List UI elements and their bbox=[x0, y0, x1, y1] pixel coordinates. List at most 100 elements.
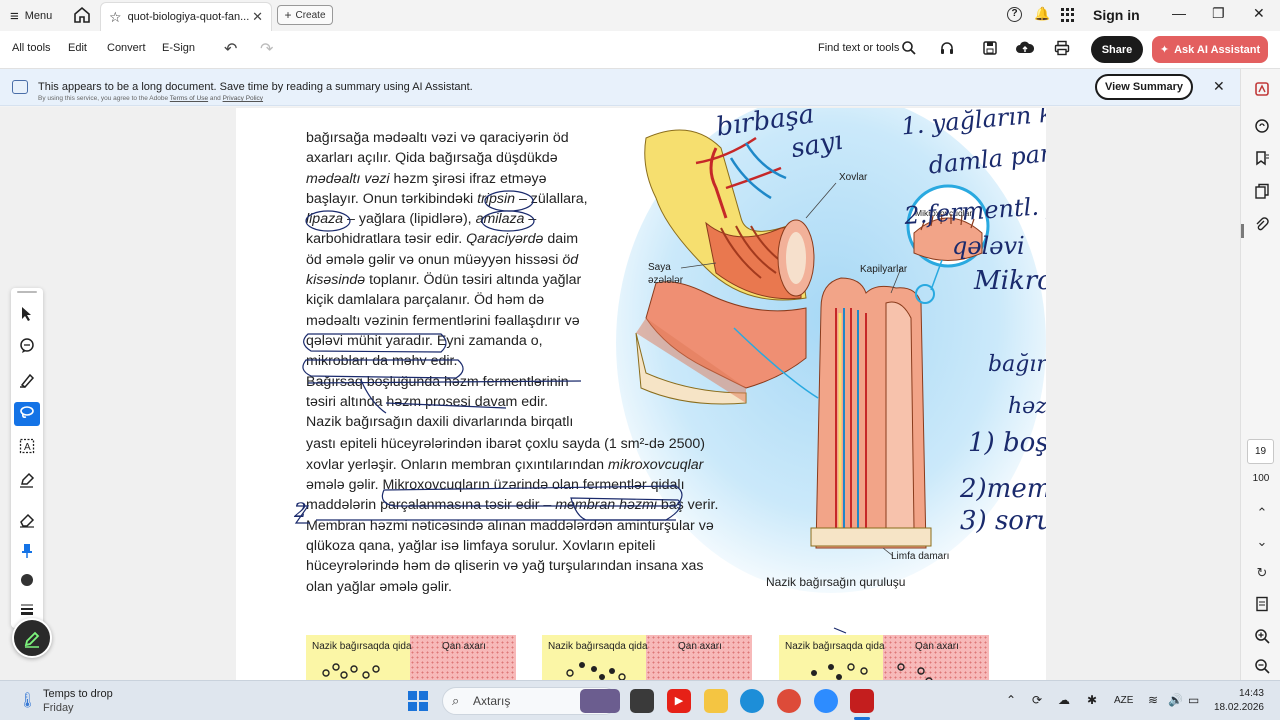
box-1-right-label: Qan axarı bbox=[442, 641, 486, 652]
undo-icon[interactable]: ↶ bbox=[224, 39, 237, 59]
view-summary-button[interactable]: View Summary bbox=[1095, 74, 1193, 100]
all-tools-menu[interactable]: All tools bbox=[12, 42, 51, 54]
weather-title[interactable]: Temps to drop bbox=[43, 688, 113, 700]
diagram-box-3: Nazik bağırsaqda qida Qan axarı bbox=[779, 635, 989, 680]
edge-browser-icon[interactable] bbox=[740, 689, 764, 713]
ai-assistant-button[interactable]: ✦ Ask AI Assistant bbox=[1152, 36, 1268, 63]
read-aloud-icon[interactable] bbox=[938, 40, 956, 58]
wifi-icon[interactable]: ≋ bbox=[1148, 693, 1158, 707]
text-box-icon[interactable]: A bbox=[18, 438, 36, 456]
ink-annotations-layer bbox=[294, 190, 847, 634]
minimize-icon[interactable]: — bbox=[1172, 5, 1186, 21]
tab-title: quot-biologiya-quot-fan... bbox=[127, 11, 250, 23]
drag-handle[interactable] bbox=[17, 291, 37, 293]
zoom-app-icon[interactable] bbox=[814, 689, 838, 713]
input-language[interactable]: AZE bbox=[1114, 695, 1133, 706]
search-icon: ⌕ bbox=[452, 693, 460, 708]
chevron-down-icon[interactable]: ⌄ bbox=[1254, 534, 1270, 550]
close-banner-icon[interactable]: ✕ bbox=[1213, 78, 1225, 95]
sign-pen-icon[interactable] bbox=[18, 472, 36, 490]
comment-icon[interactable] bbox=[18, 338, 36, 356]
convert-menu[interactable]: Convert bbox=[107, 42, 146, 54]
sync-icon[interactable]: ⟳ bbox=[1032, 693, 1042, 707]
right-panel-rail: 19 100 ⌃ ⌄ ↻ bbox=[1240, 69, 1280, 680]
zoom-out-icon[interactable] bbox=[1254, 658, 1270, 674]
clock-time[interactable]: 14:43 bbox=[1216, 688, 1264, 699]
star-icon[interactable]: ☆ bbox=[109, 9, 122, 26]
scan-document-icon[interactable] bbox=[1254, 596, 1270, 612]
plus-icon: + bbox=[284, 8, 292, 22]
youtube-icon[interactable]: ▶ bbox=[667, 689, 691, 713]
share-button[interactable]: Share bbox=[1091, 36, 1143, 63]
handwriting-list-2: 2)membran bbox=[960, 474, 1046, 504]
page-number-input[interactable]: 19 bbox=[1247, 439, 1274, 464]
pin-icon[interactable] bbox=[18, 543, 36, 561]
find-text-field[interactable]: Find text or tools bbox=[818, 42, 899, 54]
search-highlight-icon[interactable] bbox=[580, 689, 620, 713]
menu-button[interactable]: ≡ Menu bbox=[10, 6, 52, 26]
redo-icon[interactable]: ↷ bbox=[260, 39, 273, 59]
weather-subtitle[interactable]: Friday bbox=[43, 702, 74, 714]
handwriting-digest-1: bağırsaq bbox=[988, 352, 1046, 377]
box-2-left-label: Nazik bağırsaqda qida bbox=[548, 641, 648, 652]
close-window-icon[interactable]: ✕ bbox=[1253, 5, 1265, 22]
task-view-icon[interactable] bbox=[630, 689, 654, 713]
total-pages: 100 bbox=[1252, 473, 1270, 484]
volume-icon[interactable]: 🔊 bbox=[1168, 693, 1183, 707]
apps-grid-icon[interactable] bbox=[1061, 8, 1075, 22]
privacy-policy-link[interactable]: Privacy Policy bbox=[223, 95, 263, 102]
notification-bell-icon[interactable]: 🔔 bbox=[1034, 6, 1050, 22]
handwriting-margin-2: 2 bbox=[294, 498, 307, 522]
print-icon[interactable] bbox=[1053, 40, 1071, 58]
start-menu-icon[interactable] bbox=[408, 691, 428, 711]
ai-summary-banner: This appears to be a long document. Save… bbox=[0, 69, 1240, 106]
help-icon[interactable]: ? bbox=[1007, 7, 1022, 22]
eraser-icon[interactable] bbox=[18, 512, 36, 530]
create-button[interactable]: + Create bbox=[277, 5, 333, 25]
ai-assistant-panel-icon[interactable] bbox=[1254, 81, 1270, 97]
sign-in-link[interactable]: Sign in bbox=[1093, 7, 1140, 23]
chevron-up-icon[interactable]: ⌃ bbox=[1254, 505, 1270, 521]
document-tab[interactable]: ☆ quot-biologiya-quot-fan... ✕ bbox=[100, 2, 272, 31]
esign-menu[interactable]: E-Sign bbox=[162, 42, 195, 54]
diagram-box-2: Nazik bağırsaqda qida Qan axarı bbox=[542, 635, 752, 680]
edit-menu[interactable]: Edit bbox=[68, 42, 87, 54]
file-explorer-icon[interactable] bbox=[704, 689, 728, 713]
create-label: Create bbox=[295, 9, 326, 21]
save-icon[interactable] bbox=[981, 40, 999, 58]
handwriting-line-5: Mikrob məhv. bbox=[974, 266, 1046, 296]
select-cursor-icon[interactable] bbox=[18, 306, 36, 324]
close-tab-icon[interactable]: ✕ bbox=[252, 9, 263, 25]
terms-and: and bbox=[209, 95, 221, 102]
meet-icon[interactable]: ☁ bbox=[1058, 693, 1070, 707]
attachments-icon[interactable] bbox=[1254, 217, 1270, 233]
color-swatch-icon[interactable] bbox=[18, 572, 36, 590]
highlighter-icon[interactable] bbox=[18, 372, 36, 390]
comments-panel-icon[interactable] bbox=[1254, 118, 1270, 134]
weather-icon[interactable]: 🌡 bbox=[18, 691, 37, 709]
ai-assistant-label: Ask AI Assistant bbox=[1174, 43, 1261, 56]
terms-prefix: By using this service, you agree to the … bbox=[38, 95, 169, 102]
home-icon bbox=[74, 6, 90, 23]
upload-cloud-icon[interactable] bbox=[1016, 40, 1035, 58]
battery-icon[interactable]: ▭ bbox=[1188, 693, 1199, 707]
tray-overflow-icon[interactable]: ⌃ bbox=[1006, 693, 1016, 707]
freehand-draw-icon[interactable] bbox=[14, 402, 40, 426]
terms-of-use-link[interactable]: Terms of Use bbox=[170, 95, 208, 102]
home-button[interactable] bbox=[72, 5, 94, 27]
scrollbar-thumb[interactable] bbox=[1241, 224, 1244, 238]
search-placeholder: Axtarış bbox=[473, 694, 511, 708]
clock-date[interactable]: 18.02.2026 bbox=[1208, 702, 1264, 713]
zoom-in-icon[interactable] bbox=[1254, 628, 1270, 644]
pages-panel-icon[interactable] bbox=[1254, 183, 1270, 199]
diagram-box-1: Nazik bağırsaqda qida Qan axarı bbox=[306, 635, 516, 680]
draw-mode-toggle[interactable] bbox=[12, 618, 52, 658]
acrobat-icon[interactable] bbox=[850, 689, 874, 713]
refresh-icon[interactable]: ↻ bbox=[1254, 565, 1270, 581]
bluetooth-icon[interactable]: ✱ bbox=[1087, 693, 1097, 707]
bookmarks-icon[interactable] bbox=[1254, 150, 1270, 166]
chrome-browser-icon[interactable] bbox=[777, 689, 801, 713]
search-icon[interactable] bbox=[900, 40, 918, 58]
pdf-page[interactable]: Xovlar Saya əzələlər Mikroxovcuqlar Kapi… bbox=[236, 108, 1046, 680]
restore-icon[interactable]: ❐ bbox=[1212, 5, 1225, 22]
